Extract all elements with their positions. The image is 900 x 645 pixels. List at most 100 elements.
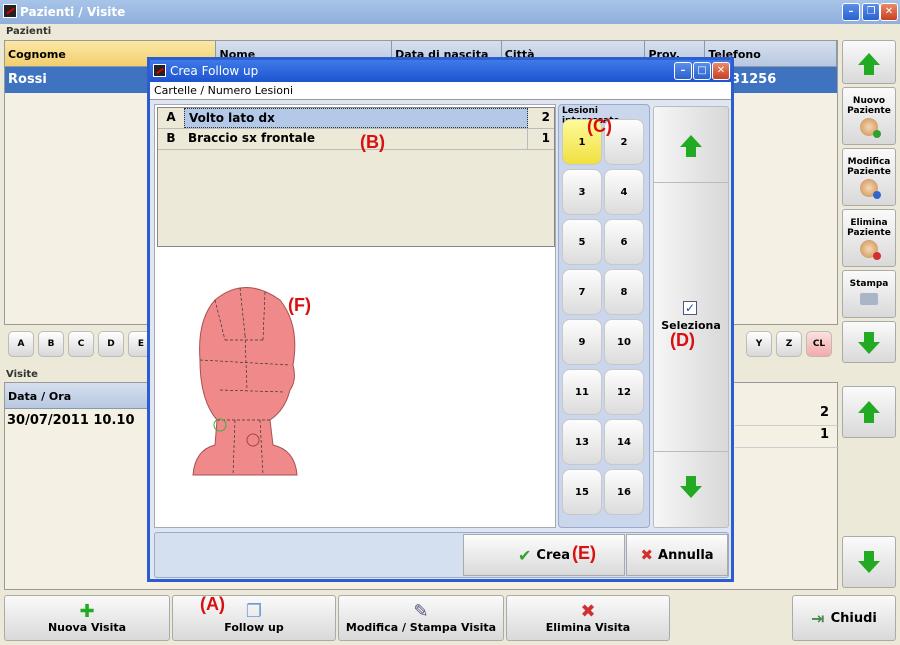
letter-button-clear[interactable]: CL (806, 331, 832, 357)
edit-print-visit-label: Modifica / Stampa Visita (345, 621, 497, 634)
visit-row-datetime[interactable]: 30/07/2011 10.10 (5, 413, 135, 428)
plus-icon: ✚ (79, 601, 95, 622)
letter-button-a[interactable]: A (8, 331, 34, 357)
restore-button[interactable]: ❐ (862, 3, 880, 21)
selection-panel: ✓ Seleziona (653, 106, 729, 528)
main-title-bar: Pazienti / Visite – ❐ ✕ (0, 0, 900, 24)
delete-visit-button[interactable]: ✖ Elimina Visita (506, 595, 670, 641)
lesion-key: A (166, 110, 176, 124)
annotation-b: (B) (360, 132, 385, 152)
letter-button-y[interactable]: Y (746, 331, 772, 357)
lesion-row[interactable]: A Volto lato dx 2 (158, 108, 554, 129)
lesion-name: Braccio sx frontale (184, 129, 528, 149)
edit-print-visit-button[interactable]: ✎ Modifica / Stampa Visita (338, 595, 504, 641)
follow-up-dialog: Crea Follow up – □ ✕ Cartelle / Numero L… (147, 57, 734, 582)
lesion-row[interactable]: B Braccio sx frontale 1 (158, 129, 554, 150)
lesion-number-button[interactable]: 8 (604, 269, 644, 315)
edit-patient-label: Modifica Paziente (847, 157, 891, 177)
dialog-subtitle: Cartelle / Numero Lesioni (150, 82, 731, 100)
visits-section-label: Visite (6, 369, 38, 380)
lesion-key: B (166, 131, 176, 145)
lesion-table: A Volto lato dx 2 B Braccio sx frontale … (157, 107, 555, 247)
create-button[interactable]: ✔ Crea (463, 534, 625, 576)
lesion-name: Volto lato dx (184, 108, 528, 128)
app-logo-icon (3, 4, 17, 18)
delete-icon: ✖ (580, 601, 596, 622)
lesion-number-button[interactable]: 11 (562, 369, 602, 415)
window-title: Pazienti / Visite (20, 5, 126, 19)
scroll-up-visits-button[interactable] (842, 386, 896, 438)
lesion-number-button[interactable]: 15 (562, 469, 602, 515)
head-body-map[interactable] (185, 280, 305, 480)
arrow-up-icon (858, 53, 880, 65)
select-checkbox[interactable]: ✓ (683, 301, 697, 315)
dialog-scroll-up-button[interactable] (654, 107, 728, 183)
col-data-ora[interactable]: Data / Ora (5, 383, 150, 409)
delete-patient-button[interactable]: Elimina Paziente (842, 209, 896, 267)
close-label: Chiudi (830, 610, 877, 626)
remove-user-icon (860, 240, 881, 260)
lesion-number-button[interactable]: 9 (562, 319, 602, 365)
new-visit-label: Nuova Visita (47, 621, 127, 634)
new-visit-button[interactable]: ✚ Nuova Visita (4, 595, 170, 641)
annotation-a: (A) (200, 594, 225, 614)
check-icon: ✔ (518, 545, 532, 565)
cancel-x-icon: ✖ (640, 546, 654, 564)
dialog-button-bar: ✔ Crea ✖ Annulla (154, 532, 729, 578)
annotation-d: (D) (670, 330, 695, 350)
lesion-area: A Volto lato dx 2 B Braccio sx frontale … (154, 104, 556, 528)
letter-button-d[interactable]: D (98, 331, 124, 357)
lesion-number-button[interactable]: 7 (562, 269, 602, 315)
minimize-button[interactable]: – (842, 3, 860, 21)
lesion-number-panel: Lesioni interessate 1 2 3 4 5 6 7 8 9 10… (558, 104, 650, 528)
patients-section-label: Pazienti (6, 26, 52, 37)
lesion-count: 2 (541, 110, 550, 124)
print-button[interactable]: Stampa (842, 270, 896, 318)
follow-up-label: Follow up (224, 621, 284, 634)
add-user-icon (860, 118, 881, 138)
lesion-number-button[interactable]: 4 (604, 169, 644, 215)
dialog-logo-icon (153, 64, 166, 77)
scroll-up-patients-button[interactable] (842, 40, 896, 84)
follow-up-button[interactable]: ❐ Follow up (172, 595, 336, 641)
annotation-e: (E) (572, 543, 596, 563)
letter-button-c[interactable]: C (68, 331, 94, 357)
cancel-button[interactable]: ✖ Annulla (626, 534, 728, 576)
search-user-icon (860, 179, 881, 199)
arrow-down-icon (858, 561, 880, 573)
dialog-maximize-button[interactable]: □ (693, 62, 711, 80)
print-label: Stampa (849, 279, 889, 289)
scroll-down-patients-button[interactable] (842, 321, 896, 363)
edit-patient-button[interactable]: Modifica Paziente (842, 148, 896, 206)
cancel-label: Annulla (658, 547, 714, 563)
letter-button-z[interactable]: Z (776, 331, 802, 357)
dialog-title-bar: Crea Follow up – □ ✕ (150, 60, 731, 82)
lesion-number-button[interactable]: 13 (562, 419, 602, 465)
letter-button-b[interactable]: B (38, 331, 64, 357)
dialog-minimize-button[interactable]: – (674, 62, 692, 80)
new-patient-label: Nuovo Paziente (847, 96, 891, 116)
lesion-number-button[interactable]: 10 (604, 319, 644, 365)
dialog-close-button[interactable]: ✕ (712, 62, 730, 80)
lesion-number-button[interactable]: 5 (562, 219, 602, 265)
lesion-number-button[interactable]: 16 (604, 469, 644, 515)
lesion-number-button[interactable]: 3 (562, 169, 602, 215)
scroll-down-visits-button[interactable] (842, 536, 896, 588)
printer-icon (860, 293, 878, 305)
lesion-number-button[interactable]: 6 (604, 219, 644, 265)
edit-document-icon: ✎ (413, 601, 429, 622)
delete-visit-label: Elimina Visita (545, 621, 631, 634)
new-patient-button[interactable]: Nuovo Paziente (842, 87, 896, 145)
exit-door-icon: ⇥ (811, 608, 825, 628)
arrow-down-icon (858, 342, 880, 354)
close-window-button[interactable]: ✕ (880, 3, 898, 21)
delete-patient-label: Elimina Paziente (847, 218, 891, 238)
dialog-scroll-down-button[interactable] (654, 451, 728, 527)
visit-lesion-count: 1 (735, 427, 839, 448)
annotation-f: (F) (288, 295, 311, 315)
close-button[interactable]: ⇥ Chiudi (792, 595, 896, 641)
annotation-c: (C) (587, 116, 612, 136)
lesion-number-button[interactable]: 14 (604, 419, 644, 465)
create-label: Crea (536, 547, 570, 563)
lesion-number-button[interactable]: 12 (604, 369, 644, 415)
